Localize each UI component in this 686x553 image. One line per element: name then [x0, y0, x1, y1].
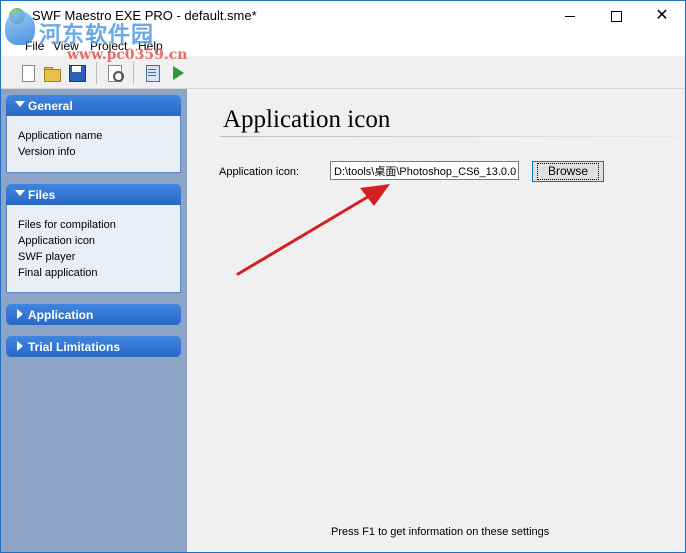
sidebar-group-trial-limitations[interactable]: Trial Limitations	[6, 336, 181, 357]
sidebar-group-files[interactable]: Files	[6, 184, 181, 205]
sidebar-group-general[interactable]: General	[6, 95, 181, 116]
preview-button[interactable]	[106, 64, 124, 82]
close-icon: ✕	[655, 7, 669, 24]
annotation-arrow-icon	[236, 184, 390, 276]
new-file-button[interactable]	[19, 64, 37, 82]
chevron-right-icon	[17, 309, 23, 319]
sidebar-item-final-application[interactable]: Final application	[18, 267, 98, 279]
app-window: SWF Maestro EXE PRO - default.sme* ✕ Fil…	[0, 0, 686, 553]
sidebar-group-body-general: Application name Version info	[6, 116, 181, 173]
status-hint: Press F1 to get information on these set…	[331, 526, 550, 538]
sidebar-item-application-icon[interactable]: Application icon	[18, 235, 95, 247]
sidebar-group-body-files: Files for compilation Application icon S…	[6, 205, 181, 293]
menu-help[interactable]: Help	[138, 39, 163, 53]
title-bar: SWF Maestro EXE PRO - default.sme* ✕	[1, 1, 685, 31]
sidebar-item-application-name[interactable]: Application name	[18, 130, 102, 142]
browse-button[interactable]: Browse	[532, 161, 604, 182]
minimize-icon	[565, 15, 575, 17]
toolbar	[1, 56, 685, 89]
new-file-icon	[22, 65, 35, 82]
toolbar-separator	[96, 62, 97, 84]
menu-project[interactable]: Project	[90, 39, 127, 53]
maximize-button[interactable]	[593, 1, 639, 31]
sidebar-item-swf-player[interactable]: SWF player	[18, 251, 75, 263]
maximize-icon	[610, 10, 622, 22]
menu-file[interactable]: File	[25, 39, 44, 53]
build-button[interactable]	[143, 64, 161, 82]
app-logo-icon	[9, 8, 25, 24]
page-title: Application icon	[223, 106, 391, 133]
window-title: SWF Maestro EXE PRO - default.sme*	[32, 8, 257, 23]
browse-button-label: Browse	[536, 163, 599, 180]
menu-bar: File View Project Help	[1, 31, 685, 56]
sidebar-item-files-for-compilation[interactable]: Files for compilation	[18, 219, 116, 231]
sidebar-group-label: Files	[28, 188, 56, 202]
sidebar-group-label: Trial Limitations	[28, 340, 121, 354]
save-button[interactable]	[68, 64, 86, 82]
sidebar-item-version-info[interactable]: Version info	[18, 146, 75, 158]
open-button[interactable]	[43, 64, 61, 82]
run-icon	[173, 66, 184, 80]
settings-pane: Application icon Application icon: Brows…	[188, 89, 685, 552]
sidebar-group-label: Application	[28, 308, 94, 322]
chevron-right-icon	[17, 341, 23, 351]
sidebar-group-label: General	[28, 99, 73, 113]
application-icon-label: Application icon:	[219, 166, 300, 178]
run-button[interactable]	[169, 64, 187, 82]
sidebar-group-application[interactable]: Application	[6, 304, 181, 325]
chevron-down-icon	[15, 101, 25, 107]
close-button[interactable]: ✕	[639, 1, 685, 31]
toolbar-separator	[133, 62, 134, 84]
menu-view[interactable]: View	[53, 39, 79, 53]
sidebar: General Application name Version info Fi…	[1, 89, 187, 552]
title-divider	[220, 136, 678, 137]
chevron-down-icon	[15, 190, 25, 196]
minimize-button[interactable]	[547, 1, 593, 31]
